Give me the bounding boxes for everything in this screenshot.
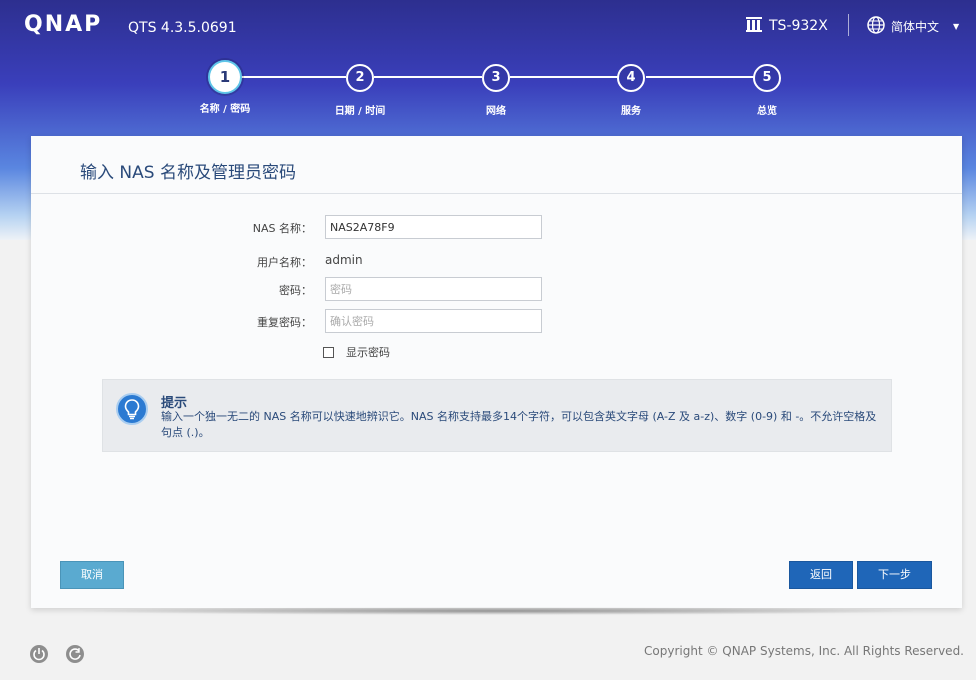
username-label: 用户名称： xyxy=(257,256,312,269)
password-row: 密码： xyxy=(31,277,962,303)
refresh-icon[interactable] xyxy=(66,645,84,663)
nas-name-label: NAS 名称： xyxy=(252,222,312,235)
caret-down-icon: ▼ xyxy=(953,22,960,31)
language-label: 简体中文 xyxy=(891,20,940,34)
step-1-circle: 1 xyxy=(208,60,242,94)
nas-name-input[interactable] xyxy=(325,215,542,239)
step-5-circle: 5 xyxy=(753,64,781,92)
confirm-password-input[interactable] xyxy=(325,309,542,333)
qts-version: QTS 4.3.5.0691 xyxy=(128,20,237,36)
show-password-checkbox[interactable] xyxy=(323,346,334,358)
nas-name-row: NAS 名称： xyxy=(31,215,962,241)
next-button[interactable]: 下一步 xyxy=(857,561,932,589)
globe-icon xyxy=(867,16,885,37)
step-1-label: 名称 / 密码 xyxy=(199,104,251,115)
device-name: TS-932X xyxy=(769,18,828,34)
step-4-circle: 4 xyxy=(617,64,645,92)
password-input[interactable] xyxy=(325,277,542,301)
step-5: 5 总览 xyxy=(727,64,807,117)
confirm-password-label: 重复密码： xyxy=(257,316,312,329)
step-4: 4 服务 xyxy=(591,64,671,117)
header-divider xyxy=(848,14,849,36)
title-divider xyxy=(31,193,962,194)
step-3: 3 网络 xyxy=(456,64,536,117)
device-info: TS-932X xyxy=(745,16,828,36)
confirm-password-row: 重复密码： xyxy=(31,309,962,335)
step-3-label: 网络 xyxy=(486,106,506,117)
page-title: 输入 NAS 名称及管理员密码 xyxy=(80,163,296,183)
hint-box: 提示 输入一个独一无二的 NAS 名称可以快速地辨识它。NAS 名称支持最多14… xyxy=(102,379,892,452)
card-shadow xyxy=(70,607,926,615)
username-value: admin xyxy=(325,253,363,267)
step-3-circle: 3 xyxy=(482,64,510,92)
step-1: 1 名称 / 密码 xyxy=(185,60,265,115)
top-bar: QNAP QTS 4.3.5.0691 TS-932X 简体中文 ▼ xyxy=(0,0,976,56)
copyright-text: Copyright © QNAP Systems, Inc. All Right… xyxy=(644,644,964,658)
language-selector[interactable]: 简体中文 ▼ xyxy=(867,16,959,37)
qnap-logo: QNAP xyxy=(24,12,103,37)
username-row: 用户名称： admin xyxy=(31,249,962,275)
step-4-label: 服务 xyxy=(621,106,641,117)
hint-text: 输入一个独一无二的 NAS 名称可以快速地辨识它。NAS 名称支持最多14个字符… xyxy=(161,410,877,439)
server-icon xyxy=(745,16,763,36)
step-2: 2 日期 / 时间 xyxy=(320,64,400,117)
step-5-label: 总览 xyxy=(757,106,777,117)
back-button[interactable]: 返回 xyxy=(789,561,853,589)
lightbulb-icon xyxy=(116,393,148,425)
wizard-steps: 1 名称 / 密码 2 日期 / 时间 3 网络 4 服务 5 总览 xyxy=(0,60,976,132)
footer-icons xyxy=(30,645,84,663)
power-icon[interactable] xyxy=(30,645,48,663)
step-2-label: 日期 / 时间 xyxy=(334,106,386,117)
wizard-card: 输入 NAS 名称及管理员密码 NAS 名称： 用户名称： admin 密码： … xyxy=(31,136,962,608)
show-password-label: 显示密码 xyxy=(346,346,390,359)
password-label: 密码： xyxy=(279,284,312,297)
show-password-row[interactable]: 显示密码 xyxy=(323,344,390,360)
step-2-circle: 2 xyxy=(346,64,374,92)
cancel-button[interactable]: 取消 xyxy=(60,561,124,589)
